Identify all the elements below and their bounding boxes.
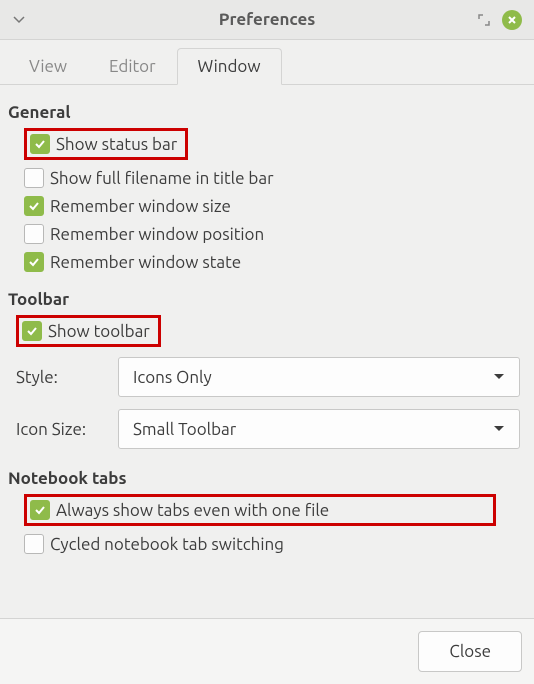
checkbox-cycled-switching[interactable] [24,534,44,554]
section-notebook-title: Notebook tabs [8,469,526,488]
highlight-show-status-bar: Show status bar [24,128,188,160]
row-style: Style: Icons Only [8,351,526,403]
label-show-full-filename: Show full filename in title bar [50,169,274,188]
checkbox-remember-window-size[interactable] [24,196,44,216]
checkbox-show-full-filename[interactable] [24,168,44,188]
label-style: Style: [16,368,106,387]
select-style[interactable]: Icons Only [118,357,520,397]
option-show-full-filename-row: Show full filename in title bar [8,164,526,192]
window-title: Preferences [219,10,316,29]
label-show-toolbar: Show toolbar [48,322,150,341]
section-toolbar-title: Toolbar [8,290,526,309]
label-cycled-switching: Cycled notebook tab switching [50,535,284,554]
tab-view[interactable]: View [8,48,88,85]
option-cycled-switching-row: Cycled notebook tab switching [8,530,526,558]
highlight-always-show-tabs: Always show tabs even with one file [24,494,496,526]
titlebar: Preferences [0,0,534,40]
maximize-icon[interactable] [476,12,492,28]
option-show-toolbar-row: Show toolbar [8,311,526,351]
select-icon-size[interactable]: Small Toolbar [118,409,520,449]
option-remember-window-size-row: Remember window size [8,192,526,220]
label-always-show-tabs: Always show tabs even with one file [56,501,329,520]
label-remember-window-size: Remember window size [50,197,231,216]
label-show-status-bar: Show status bar [56,135,177,154]
row-icon-size: Icon Size: Small Toolbar [8,403,526,455]
option-always-show-tabs-row: Always show tabs even with one file [8,490,526,530]
option-show-status-bar-row: Show status bar [8,124,526,164]
tab-bar: View Editor Window [0,40,534,85]
tab-window[interactable]: Window [177,48,282,85]
window-close-button[interactable] [502,10,522,30]
label-remember-window-state: Remember window state [50,253,241,272]
highlight-show-toolbar: Show toolbar [16,315,161,347]
section-general-title: General [8,103,526,122]
checkbox-show-toolbar[interactable] [22,321,42,341]
checkbox-always-show-tabs[interactable] [30,500,50,520]
option-remember-window-state-row: Remember window state [8,248,526,276]
tab-editor[interactable]: Editor [88,48,177,85]
chevron-down-icon [493,425,505,433]
checkbox-remember-window-position[interactable] [24,224,44,244]
checkbox-show-status-bar[interactable] [30,134,50,154]
footer: Close [0,618,534,684]
label-remember-window-position: Remember window position [50,225,264,244]
titlebar-actions [476,10,522,30]
option-remember-window-position-row: Remember window position [8,220,526,248]
checkbox-remember-window-state[interactable] [24,252,44,272]
window-menu-icon[interactable] [12,13,26,27]
content-area: General Show status bar Show full filena… [0,85,534,572]
select-icon-size-value: Small Toolbar [133,420,236,439]
select-style-value: Icons Only [133,368,212,387]
label-icon-size: Icon Size: [16,420,106,439]
close-button[interactable]: Close [418,631,522,672]
chevron-down-icon [493,373,505,381]
